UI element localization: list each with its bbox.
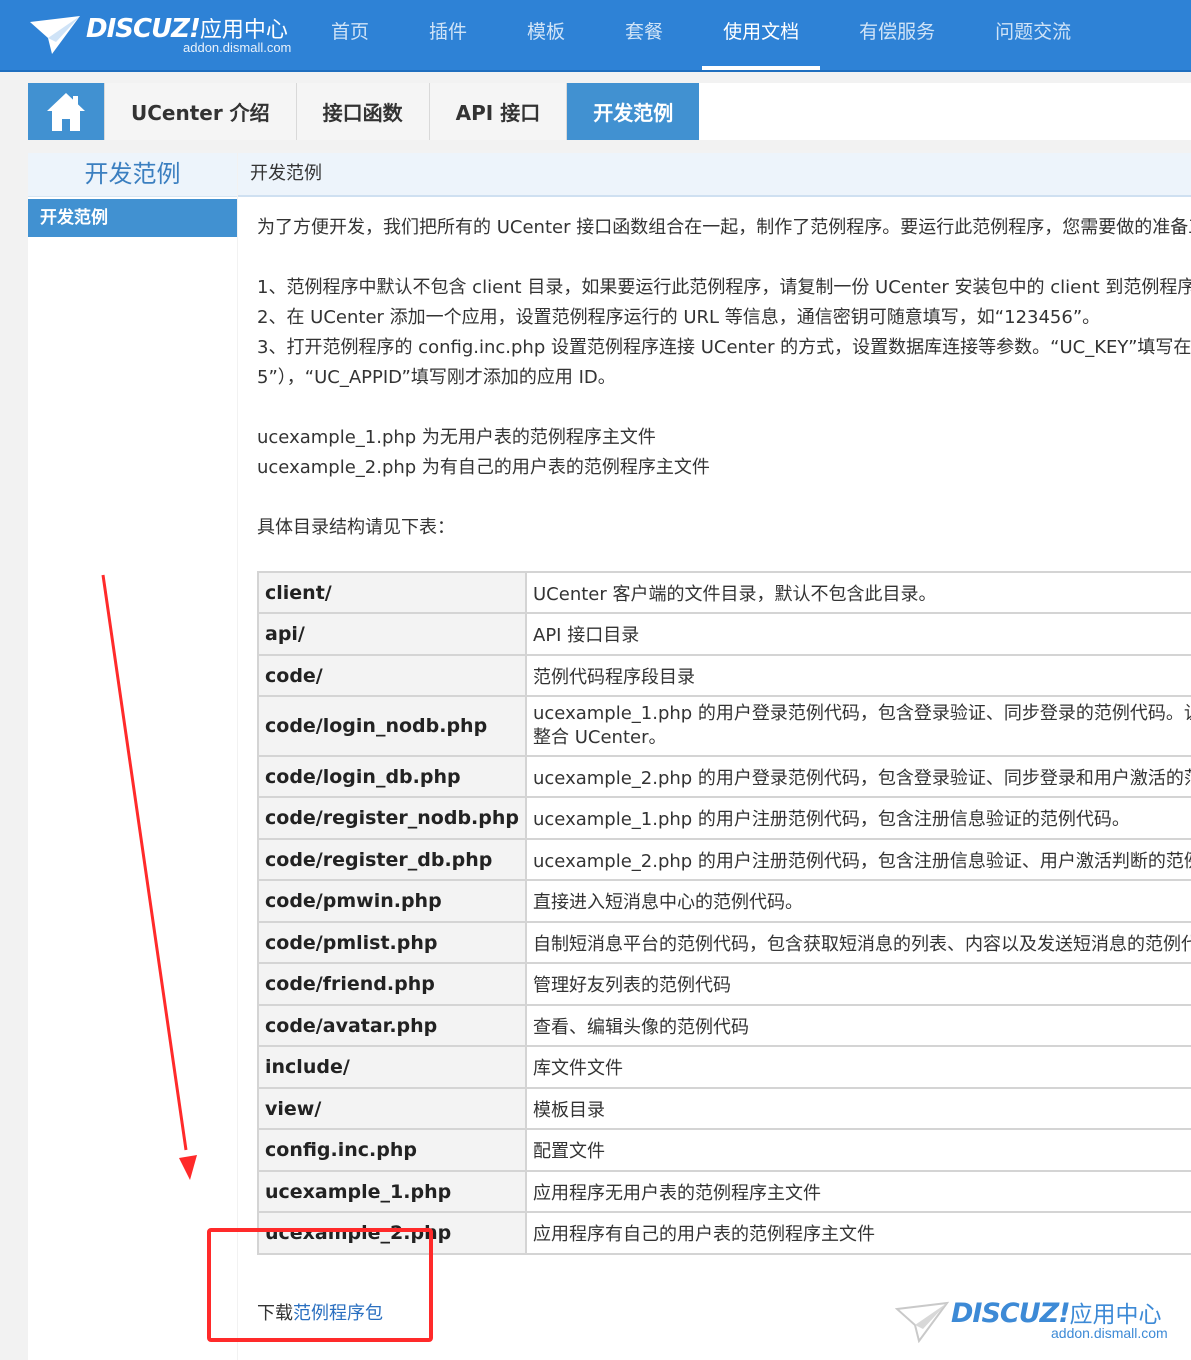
dir-path: code/login_nodb.php xyxy=(257,695,527,757)
dir-path: include/ xyxy=(257,1045,527,1089)
sidebar: 开发范例 开发范例 xyxy=(28,153,237,1360)
watermark-logo: DISCUZ!应用中心 addon.dismall.com xyxy=(893,1295,1183,1350)
dir-desc: 管理好友列表的范例代码 xyxy=(525,962,1191,1006)
dir-desc: 范例代码程序段目录 xyxy=(525,654,1191,697)
step-3-continued: 5”），“UC_APPID”填写刚才添加的应用 ID。 xyxy=(257,367,616,388)
nav-forum[interactable]: 问题交流 xyxy=(974,0,1092,70)
paper-plane-logo-icon xyxy=(30,16,80,54)
dir-path: code/pmwin.php xyxy=(257,879,527,923)
step-1: 1、范例程序中默认不包含 client 目录，如果要运行此范例程序，请复制一份 … xyxy=(257,277,1191,298)
dir-path: view/ xyxy=(257,1087,527,1130)
table-row: code/friend.php 管理好友列表的范例代码 xyxy=(257,962,1191,1006)
download-example-link[interactable]: 范例程序包 xyxy=(293,1303,383,1324)
table-row: code/ 范例代码程序段目录 xyxy=(257,654,1191,697)
dir-path: code/avatar.php xyxy=(257,1004,527,1047)
table-row: code/login_db.php ucexample_2.php 的用户登录范… xyxy=(257,755,1191,798)
home-tab[interactable] xyxy=(28,83,104,140)
tab-ucenter-intro[interactable]: UCenter 介绍 xyxy=(104,83,297,140)
nav-templates[interactable]: 模板 xyxy=(506,0,586,70)
doc-tabs: UCenter 介绍 接口函数 API 接口 开发范例 xyxy=(28,83,1191,140)
dir-desc: ucexample_2.php 的用户登录范例代码，包含登录验证、同步登录和用户… xyxy=(525,755,1191,798)
paper-plane-watermark-icon xyxy=(895,1301,949,1343)
nav-docs[interactable]: 使用文档 xyxy=(702,0,821,70)
dir-desc: API 接口目录 xyxy=(525,612,1191,656)
table-row: code/avatar.php 查看、编辑头像的范例代码 xyxy=(257,1004,1191,1047)
dir-desc: 直接进入短消息中心的范例代码。 xyxy=(525,879,1191,923)
nav-home[interactable]: 首页 xyxy=(310,0,390,70)
site-logo[interactable]: DISCUZ!应用中心 addon.dismall.com xyxy=(28,8,308,60)
table-row: code/register_nodb.php ucexample_1.php 的… xyxy=(257,796,1191,840)
table-row: ucexample_1.php 应用程序无用户表的范例程序主文件 xyxy=(257,1170,1191,1213)
logo-domain: addon.dismall.com xyxy=(183,40,292,55)
watermark-domain: addon.dismall.com xyxy=(1051,1325,1168,1341)
table-intro: 具体目录结构请见下表： xyxy=(257,517,455,538)
dir-path: config.inc.php xyxy=(257,1128,527,1172)
tab-functions[interactable]: 接口函数 xyxy=(296,83,430,140)
top-navigation-bar: DISCUZ!应用中心 addon.dismall.com 首页 插件 模板 套… xyxy=(0,0,1191,72)
table-row: include/ 库文件文件 xyxy=(257,1045,1191,1089)
dir-desc-line-1: ucexample_1.php 的用户登录范例代码，包含登录验证、同步登录的范例… xyxy=(533,703,1191,724)
table-row: code/register_db.php ucexample_2.php 的用户… xyxy=(257,838,1191,881)
table-row: code/pmlist.php 自制短消息平台的范例代码，包含获取短消息的列表、… xyxy=(257,921,1191,964)
dir-desc: 应用程序无用户表的范例程序主文件 xyxy=(525,1170,1191,1213)
file-note-2: ucexample_2.php 为有自己的用户表的范例程序主文件 xyxy=(257,457,710,478)
watermark-brand: DISCUZ!应用中心 xyxy=(951,1298,1162,1329)
step-2: 2、在 UCenter 添加一个应用，设置范例程序运行的 URL 等信息，通信密… xyxy=(257,307,1101,328)
dir-path: ucexample_2.php xyxy=(257,1211,527,1255)
sidebar-title: 开发范例 xyxy=(28,153,237,197)
dir-desc: ucexample_1.php 的用户注册范例代码，包含注册信息验证的范例代码。 xyxy=(525,796,1191,840)
article-body: 为了方便开发，我们把所有的 UCenter 接口函数组合在一起，制作了范例程序。… xyxy=(257,213,1191,543)
tab-dev-examples[interactable]: 开发范例 xyxy=(567,83,700,140)
table-row: ucexample_2.php 应用程序有自己的用户表的范例程序主文件 xyxy=(257,1211,1191,1255)
table-row: code/login_nodb.php ucexample_1.php 的用户登… xyxy=(257,695,1191,757)
dir-desc: 查看、编辑头像的范例代码 xyxy=(525,1004,1191,1047)
dir-desc: ucexample_2.php 的用户注册范例代码，包含注册信息验证、用户激活判… xyxy=(525,838,1191,881)
content-title: 开发范例 xyxy=(238,153,1191,197)
dir-path: client/ xyxy=(257,571,527,614)
dir-path: api/ xyxy=(257,612,527,656)
step-3: 3、打开范例程序的 config.inc.php 设置范例程序连接 UCente… xyxy=(257,337,1191,358)
dir-desc: 自制短消息平台的范例代码，包含获取短消息的列表、内容以及发送短消息的范例代码 xyxy=(525,921,1191,964)
nav-plugins[interactable]: 插件 xyxy=(408,0,488,70)
dir-path: code/pmlist.php xyxy=(257,921,527,964)
sidebar-item-dev-examples[interactable]: 开发范例 xyxy=(28,199,237,237)
dir-desc: 应用程序有自己的用户表的范例程序主文件 xyxy=(525,1211,1191,1255)
table-row: config.inc.php 配置文件 xyxy=(257,1128,1191,1172)
dir-path: code/register_nodb.php xyxy=(257,796,527,840)
table-row: code/pmwin.php 直接进入短消息中心的范例代码。 xyxy=(257,879,1191,923)
download-prefix: 下载 xyxy=(257,1303,293,1324)
dir-desc: 库文件文件 xyxy=(525,1045,1191,1089)
dir-path: code/register_db.php xyxy=(257,838,527,881)
dir-desc: ucexample_1.php 的用户登录范例代码，包含登录验证、同步登录的范例… xyxy=(525,695,1191,757)
dir-desc: 模板目录 xyxy=(525,1087,1191,1130)
tab-api[interactable]: API 接口 xyxy=(429,83,568,140)
file-note-1: ucexample_1.php 为无用户表的范例程序主文件 xyxy=(257,427,656,448)
main-nav: 首页 插件 模板 套餐 使用文档 有偿服务 问题交流 xyxy=(310,0,1110,70)
download-line: 下载范例程序包 xyxy=(257,1299,383,1325)
dir-path: ucexample_1.php xyxy=(257,1170,527,1213)
main-content: 开发范例 为了方便开发，我们把所有的 UCenter 接口函数组合在一起，制作了… xyxy=(238,153,1191,1360)
table-row: api/ API 接口目录 xyxy=(257,612,1191,656)
dir-path: code/login_db.php xyxy=(257,755,527,798)
table-row: client/ UCenter 客户端的文件目录，默认不包含此目录。 xyxy=(257,571,1191,614)
dir-desc-line-2: 整合 UCenter。 xyxy=(533,727,667,748)
home-icon xyxy=(47,93,85,131)
dir-desc: 配置文件 xyxy=(525,1128,1191,1172)
intro-paragraph: 为了方便开发，我们把所有的 UCenter 接口函数组合在一起，制作了范例程序。… xyxy=(257,217,1191,238)
table-row: view/ 模板目录 xyxy=(257,1087,1191,1130)
directory-table: client/ UCenter 客户端的文件目录，默认不包含此目录。 api/ … xyxy=(257,571,1191,1255)
dir-desc: UCenter 客户端的文件目录，默认不包含此目录。 xyxy=(525,571,1191,614)
nav-bundles[interactable]: 套餐 xyxy=(604,0,684,70)
nav-paid-services[interactable]: 有偿服务 xyxy=(838,0,956,70)
dir-path: code/ xyxy=(257,654,527,697)
dir-path: code/friend.php xyxy=(257,962,527,1006)
